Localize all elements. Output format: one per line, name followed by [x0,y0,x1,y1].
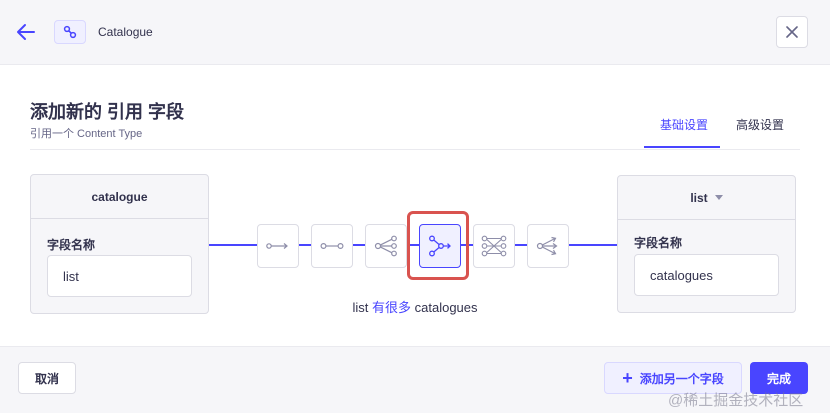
relation-many-way-button[interactable] [527,224,569,268]
relation-one-to-many-button[interactable] [365,224,407,268]
close-button[interactable] [776,16,808,48]
connector-line [299,244,311,246]
tab-advanced-settings[interactable]: 高级设置 [736,116,784,133]
tabs-divider [30,149,800,150]
target-content-type-select[interactable]: list [618,176,795,220]
connector-line [515,244,527,246]
target-field-name-input[interactable] [634,254,779,296]
relation-right-name: catalogues [414,300,478,315]
source-content-type-card: catalogue 字段名称 [30,174,209,314]
target-content-type-card: list 字段名称 [617,175,796,313]
add-another-field-label: 添加另一个字段 [639,371,724,386]
watermark: @稀土掘金技术社区 [668,392,804,409]
one-to-many-icon [374,235,397,257]
relation-many-to-many-button[interactable] [473,224,515,268]
many-way-icon [536,236,558,256]
source-card-title: catalogue [31,175,208,219]
many-to-many-icon [481,235,507,257]
relation-left-name: list [352,300,369,315]
connector-line [353,244,365,246]
close-icon [786,26,798,38]
relation-one-to-one-button[interactable] [311,224,353,268]
active-tab-indicator [644,146,720,148]
one-to-one-icon [320,242,344,250]
relation-one-way-button[interactable] [257,224,299,268]
breadcrumb-title: Catalogue [98,25,153,39]
tab-basic-settings[interactable]: 基础设置 [660,116,708,133]
caret-down-icon [714,195,723,200]
modal-subtitle: 引用一个 Content Type [30,128,143,140]
relation-link-icon [63,25,77,39]
source-field-name-label: 字段名称 [47,238,96,252]
modal-title: 添加新的 引用 字段 [30,102,185,122]
target-card-title: list [690,190,708,205]
one-way-icon [266,243,288,249]
relation-verb: 有很多 [371,300,411,315]
back-button[interactable] [14,20,38,44]
connector-line-right [569,244,618,246]
target-field-name-label: 字段名称 [634,236,683,250]
relation-description: list 有很多 catalogues [0,297,830,316]
source-field-name-input[interactable] [47,255,192,297]
breadcrumb-relation-badge [54,20,86,44]
cancel-button[interactable]: 取消 [18,362,76,394]
plus-icon: + [622,368,633,388]
arrow-left-icon [17,24,35,40]
connector-line-left [208,244,258,246]
selected-relation-highlight [407,211,469,280]
